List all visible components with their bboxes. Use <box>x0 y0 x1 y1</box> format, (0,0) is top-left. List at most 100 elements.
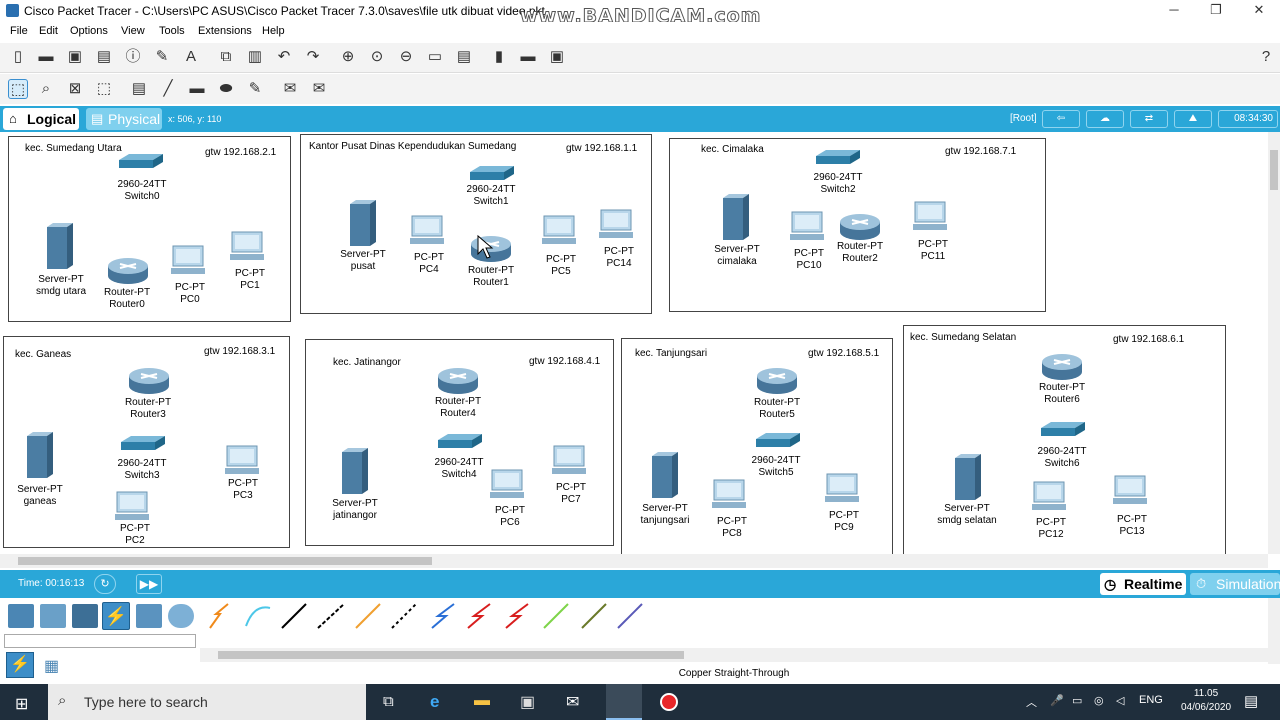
device-pc14[interactable]: PC-PT PC14 <box>594 246 644 270</box>
task-view-icon[interactable]: ⧉ <box>383 693 394 710</box>
device-server-jatinangor[interactable]: Server-PT jatinangor <box>320 498 390 522</box>
drawing-palette-icon[interactable]: ▭ <box>425 47 445 67</box>
draw-rectangle-icon[interactable]: ▬ <box>187 79 207 99</box>
resize-icon[interactable]: ⬚ <box>94 79 114 99</box>
device-pc6[interactable]: PC-PT PC6 <box>485 505 535 529</box>
connections-subtype-icon[interactable]: ⚡ <box>6 652 34 678</box>
close-icon[interactable]: ✕ <box>1249 2 1269 20</box>
copy-icon[interactable]: ⧉ <box>216 47 236 67</box>
packet-tracer-taskbar-icon[interactable] <box>606 684 642 720</box>
mail-icon[interactable]: ✉ <box>566 692 579 712</box>
redo-icon[interactable]: ↷ <box>303 47 323 67</box>
cluster-icon[interactable]: ☁ <box>1086 110 1124 128</box>
wizard-icon[interactable]: ✎ <box>152 47 172 67</box>
print-icon[interactable]: ▤ <box>94 47 114 67</box>
device-pc11[interactable]: PC-PT PC11 <box>908 239 958 263</box>
components-icon[interactable] <box>72 604 98 628</box>
menu-view[interactable]: View <box>121 25 145 37</box>
simulation-mode-button[interactable]: ⏱ Simulation <box>1190 573 1280 595</box>
draw-line-icon[interactable]: ╱ <box>158 79 178 99</box>
device-server-ganeas[interactable]: Server-PT ganeas <box>8 484 72 508</box>
menu-file[interactable]: File <box>10 25 28 37</box>
delete-icon[interactable]: ⊠ <box>65 79 85 99</box>
device-pc12[interactable]: PC-PT PC12 <box>1026 517 1076 541</box>
cable-panel-vscroll[interactable] <box>1268 598 1280 664</box>
device-server-tanjungsari[interactable]: Server-PT tanjungsari <box>630 503 700 527</box>
edge-icon[interactable]: e <box>430 692 439 712</box>
custom-device-icon[interactable]: ▤ <box>454 47 474 67</box>
tab-physical[interactable]: ▤ Physical <box>86 108 162 130</box>
device-pc0[interactable]: PC-PT PC0 <box>165 282 215 306</box>
taskbar-search[interactable]: ⌕ Type here to search <box>48 684 366 720</box>
network-devices-icon[interactable] <box>8 604 34 628</box>
device-router4[interactable]: Router-PT Router4 <box>428 396 488 420</box>
device-pc2[interactable]: PC-PT PC2 <box>110 523 160 547</box>
device-switch6[interactable]: 2960-24TT Switch6 <box>1032 446 1092 470</box>
maximize-icon[interactable]: ❐ <box>1206 2 1226 20</box>
bandicam-record-icon[interactable] <box>660 693 678 711</box>
ipc-icon[interactable]: ▬ <box>518 47 538 67</box>
device-server-cimalaka[interactable]: Server-PT cimalaka <box>703 244 771 268</box>
undo-icon[interactable]: ↶ <box>274 47 294 67</box>
menu-tools[interactable]: Tools <box>159 25 185 37</box>
device-server-pusat[interactable]: Server-PT pusat <box>332 249 394 273</box>
activity-wizard-icon[interactable]: ▮ <box>489 47 509 67</box>
device-pc5[interactable]: PC-PT PC5 <box>536 254 586 278</box>
logical-workspace[interactable]: kec. Sumedang Utara gtw 192.168.2.1 Kant… <box>0 132 1268 554</box>
device-router0[interactable]: Router-PT Router0 <box>97 287 157 311</box>
device-switch0[interactable]: 2960-24TT Switch0 <box>112 179 172 203</box>
notification-icon[interactable]: ▤ <box>1244 692 1258 710</box>
device-router2[interactable]: Router-PT Router2 <box>830 241 890 265</box>
microphone-icon[interactable]: 🎤 <box>1050 694 1064 707</box>
realtime-mode-button[interactable]: ◷ Realtime <box>1100 573 1186 595</box>
windows-start-icon[interactable]: ⊞ <box>15 694 28 714</box>
workspace-horizontal-scrollbar[interactable] <box>0 554 1268 568</box>
device-switch5[interactable]: 2960-24TT Switch5 <box>746 455 806 479</box>
new-file-icon[interactable]: ▯ <box>8 47 28 67</box>
connections-icon[interactable]: ⚡ <box>102 602 130 630</box>
battery-icon[interactable]: ▭ <box>1072 694 1082 707</box>
file-explorer-icon[interactable]: ▬ <box>474 692 490 710</box>
device-router5[interactable]: Router-PT Router5 <box>747 397 807 421</box>
device-pc8[interactable]: PC-PT PC8 <box>707 516 757 540</box>
device-pc9[interactable]: PC-PT PC9 <box>819 510 869 534</box>
paste-icon[interactable]: ▥ <box>245 47 265 67</box>
minimize-icon[interactable]: ─ <box>1164 2 1184 20</box>
simple-pdu-icon[interactable]: ✉ <box>280 79 300 99</box>
menu-edit[interactable]: Edit <box>39 25 58 37</box>
cable-panel-scrollbar[interactable] <box>200 648 1268 662</box>
zoom-out-icon[interactable]: ⊖ <box>396 47 416 67</box>
grid-view-icon[interactable]: ▦ <box>44 656 59 676</box>
device-switch3[interactable]: 2960-24TT Switch3 <box>112 458 172 482</box>
menu-extensions[interactable]: Extensions <box>198 25 252 37</box>
device-router3[interactable]: Router-PT Router3 <box>118 397 178 421</box>
save-icon[interactable]: ▣ <box>65 47 85 67</box>
device-pc7[interactable]: PC-PT PC7 <box>546 482 596 506</box>
open-folder-icon[interactable]: ▬ <box>36 47 56 67</box>
menu-options[interactable]: Options <box>70 25 108 37</box>
back-icon[interactable]: ⇦ <box>1042 110 1080 128</box>
info-icon[interactable]: ⓘ <box>123 47 143 67</box>
store-icon[interactable]: ▣ <box>520 692 535 712</box>
device-router6[interactable]: Router-PT Router6 <box>1032 382 1092 406</box>
workspace-vertical-scrollbar[interactable] <box>1268 132 1280 554</box>
device-dialog-icon[interactable]: ▣ <box>547 47 567 67</box>
taskbar-clock[interactable]: 11.05 04/06/2020 <box>1176 687 1236 715</box>
device-pc13[interactable]: PC-PT PC13 <box>1107 514 1157 538</box>
device-pc10[interactable]: PC-PT PC10 <box>784 248 834 272</box>
device-pc3[interactable]: PC-PT PC3 <box>218 478 268 502</box>
volume-icon[interactable]: ◁ <box>1116 694 1124 707</box>
complex-pdu-icon[interactable]: ✉ <box>309 79 329 99</box>
inspect-icon[interactable]: ⌕ <box>36 79 56 99</box>
device-pc4[interactable]: PC-PT PC4 <box>404 252 454 276</box>
fast-forward-icon[interactable]: ▶▶ <box>136 574 162 594</box>
zoom-in-icon[interactable]: ⊕ <box>338 47 358 67</box>
network-icon[interactable]: ◎ <box>1094 694 1104 707</box>
power-cycle-icon[interactable]: ↻ <box>94 574 116 594</box>
device-server-selatan[interactable]: Server-PT smdg selatan <box>930 503 1004 527</box>
miscellaneous-icon[interactable] <box>136 604 162 628</box>
draw-ellipse-icon[interactable]: ⬬ <box>216 79 236 99</box>
device-router1[interactable]: Router-PT Router1 <box>461 265 521 289</box>
select-icon[interactable]: ⬚ <box>8 79 28 99</box>
viewport-icon[interactable]: ⛰ <box>1174 110 1212 128</box>
